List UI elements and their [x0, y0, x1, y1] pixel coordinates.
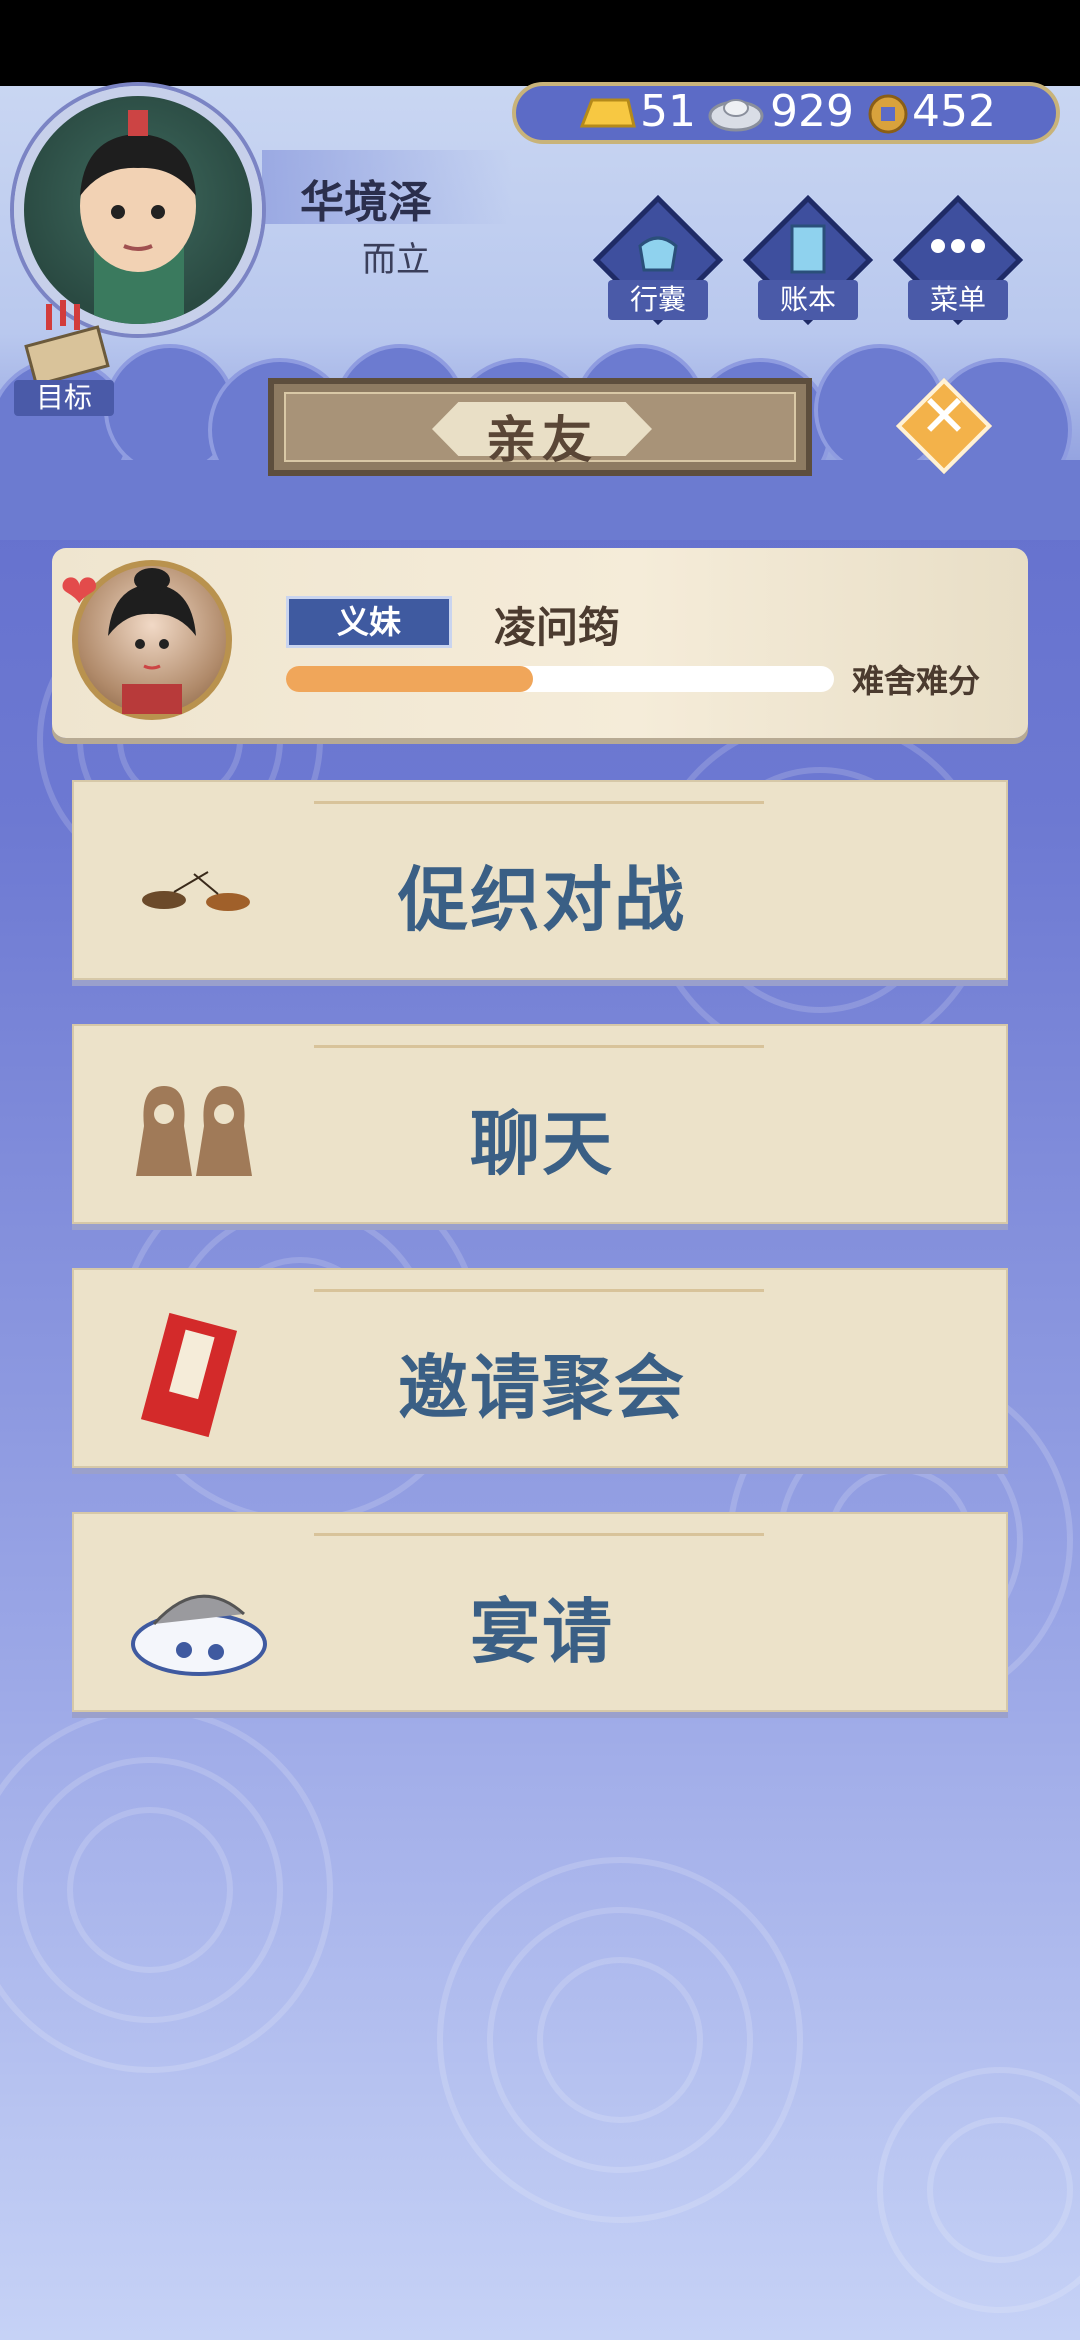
bag-label: 行囊: [608, 280, 708, 320]
copper-coin-icon: [868, 94, 908, 134]
relation-badge: 义妹: [286, 596, 452, 648]
heart-icon: ❤: [60, 564, 99, 618]
status-bar: [0, 0, 1080, 86]
ledger-icon: [790, 224, 826, 274]
more-dots-icon: [931, 239, 985, 253]
divider-ornament: [314, 1045, 764, 1048]
affection-level-label: 难舍难分: [852, 662, 981, 700]
silver-ingot-icon: [708, 99, 764, 132]
banquet-button[interactable]: 宴请: [72, 1512, 1008, 1712]
chat-button[interactable]: 聊天: [72, 1024, 1008, 1224]
close-button[interactable]: ✕: [895, 377, 993, 475]
affection-bar: [286, 666, 834, 692]
ledger-button[interactable]: 账本: [742, 194, 874, 326]
cricket-battle-button[interactable]: 促织对战: [72, 780, 1008, 980]
invite-party-label: 邀请聚会: [398, 1347, 686, 1429]
menu-label: 菜单: [908, 280, 1008, 320]
page-title: 亲友: [486, 411, 598, 469]
affection-bar-fill: [286, 666, 533, 692]
banquet-label: 宴请: [470, 1591, 614, 1673]
scroll-icon: [24, 300, 110, 386]
page-title-plaque: 亲友: [268, 378, 812, 476]
goal-button[interactable]: 目标: [10, 296, 120, 416]
divider-ornament: [314, 1289, 764, 1292]
silver-count: 929: [770, 86, 854, 137]
friend-card[interactable]: ❤ 义妹 凌问筠 难舍难分: [52, 548, 1028, 738]
invite-party-button[interactable]: 邀请聚会: [72, 1268, 1008, 1468]
chat-label: 聊天: [470, 1103, 614, 1185]
menu-button[interactable]: 菜单: [892, 194, 1024, 326]
player-name: 华境泽: [300, 177, 432, 228]
gold-bar-icon: [579, 98, 636, 128]
friend-name: 凌问筠: [494, 603, 621, 652]
coin-count: 452: [912, 86, 996, 137]
bag-button[interactable]: 行囊: [592, 194, 724, 326]
bag-icon: [638, 236, 678, 272]
gold-count: 51: [640, 86, 696, 137]
divider-ornament: [314, 801, 764, 804]
cricket-battle-label: 促织对战: [398, 859, 686, 941]
close-icon: ✕: [919, 382, 969, 450]
ledger-label: 账本: [758, 280, 858, 320]
divider-ornament: [314, 1533, 764, 1536]
goal-label: 目标: [14, 380, 114, 416]
player-age-title: 而立: [362, 240, 430, 280]
